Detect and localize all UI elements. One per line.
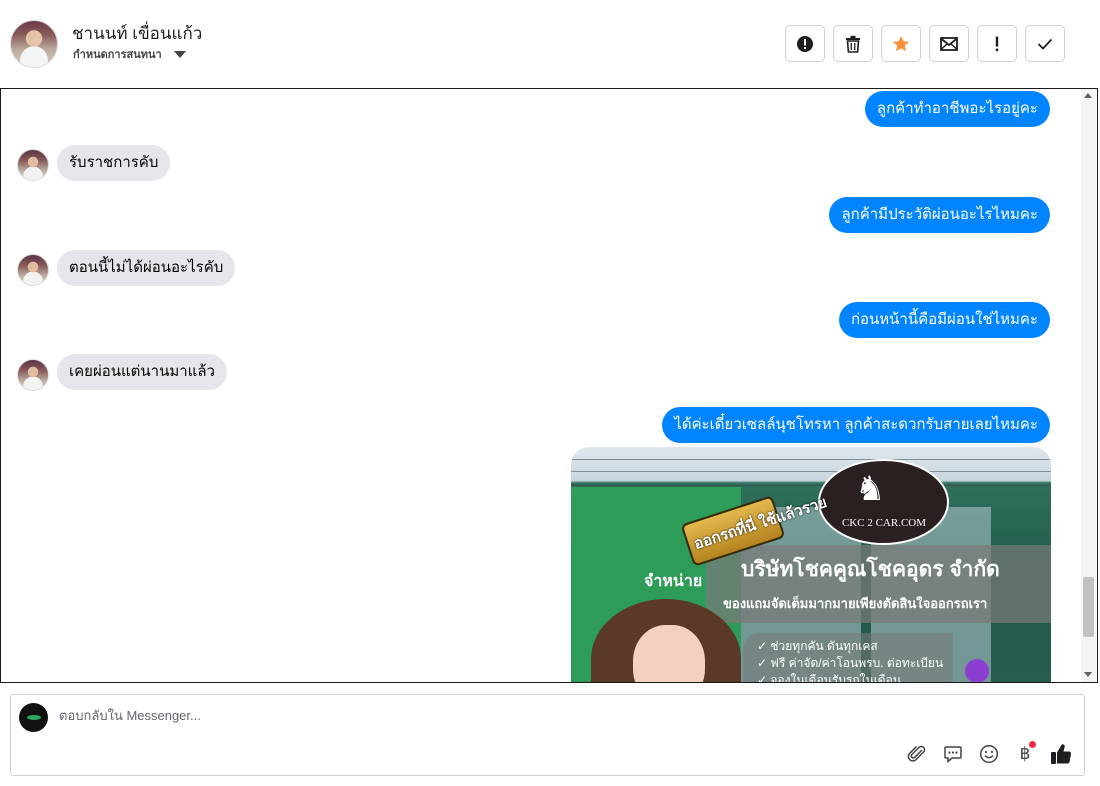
contact-name[interactable]: ชานนท์ เขื่อนแก้ว <box>72 20 202 47</box>
envelope-icon <box>940 36 958 51</box>
model-face <box>633 625 705 682</box>
check-icon <box>1037 38 1053 50</box>
decor-wire <box>571 485 1051 486</box>
conversation-header: ชานนท์ เขื่อนแก้ว กำหนดการสนทนา <box>0 0 1100 88</box>
reply-input[interactable] <box>59 708 859 723</box>
mark-spam-button[interactable] <box>785 25 825 62</box>
header-actions <box>785 25 1065 62</box>
baht-icon: ฿ <box>1019 744 1031 764</box>
emoji-button[interactable] <box>978 743 1000 765</box>
payment-button[interactable]: ฿ <box>1014 741 1036 765</box>
scroll-down-arrow-icon[interactable] <box>1084 672 1092 677</box>
page-avatar <box>19 703 48 732</box>
customer-avatar <box>17 254 49 286</box>
follow-up-button[interactable] <box>977 25 1017 62</box>
like-button[interactable] <box>1050 743 1072 765</box>
decor-wire <box>571 459 1051 460</box>
star-icon <box>892 35 910 51</box>
conversation-status-dropdown[interactable]: กำหนดการสนทนา <box>73 45 186 63</box>
conversation-status-label: กำหนดการสนทนา <box>73 49 162 61</box>
notification-dot <box>1029 741 1036 748</box>
thread-scrollbar[interactable] <box>1081 89 1096 682</box>
incoming-message: ตอนนี้ไม่ได้ผ่อนอะไรคับ <box>57 250 236 286</box>
company-name: บริษัทโชคคูณโชคอุดร จำกัด <box>741 558 1000 581</box>
customer-avatar <box>17 149 49 181</box>
store-sign: จำหน่าย <box>644 573 703 590</box>
image-attachment[interactable]: จำหน่าย ♞ CKC 2 CAR.COM ออกรถที่นี่ ใช้แ… <box>571 447 1051 683</box>
outgoing-message: ได้ค่ะเดี๋ยวเซลล์นุชโทรหา ลูกค้าสะดวกรับ… <box>662 407 1050 443</box>
incoming-message: เคยผ่อนแต่นานมาแล้ว <box>57 354 227 390</box>
decor-sticker <box>965 659 989 682</box>
caret-down-icon <box>173 51 186 58</box>
scrollbar-thumb[interactable] <box>1083 577 1094 637</box>
customer-avatar <box>17 359 49 391</box>
company-tagline: ของแถมจัดเต็มมากมายเพียงตัดสินใจออกรถเรา <box>723 596 988 611</box>
delete-button[interactable] <box>833 25 873 62</box>
outgoing-message: ลูกค้าทำอาชีพอะไรอยู่คะ <box>864 91 1050 127</box>
outgoing-message: ลูกค้ามีประวัติผ่อนอะไรไหมคะ <box>829 197 1050 233</box>
message-bubble-icon <box>944 746 962 764</box>
pegasus-icon: ♞ <box>855 470 886 508</box>
exclamation-icon <box>995 36 999 51</box>
decor-wire <box>571 471 1051 472</box>
star-button[interactable] <box>881 25 921 62</box>
paperclip-icon <box>907 745 926 762</box>
smiley-icon <box>979 744 999 764</box>
composer-tools: ฿ <box>906 741 1072 765</box>
thumbs-up-icon <box>1051 744 1072 764</box>
reply-composer: ฿ <box>10 694 1085 776</box>
logo-text: CKC 2 CAR.COM <box>841 517 927 529</box>
saved-replies-button[interactable] <box>942 743 964 765</box>
alert-circle-icon <box>797 35 813 52</box>
benefit-item: ✓ จองในเดือนรับรถในเดือน <box>757 673 901 683</box>
mark-unread-button[interactable] <box>929 25 969 62</box>
incoming-message: รับราชการคับ <box>57 145 171 181</box>
message-thread[interactable]: ลูกค้าทำอาชีพอะไรอยู่คะ รับราชการคับ ลูก… <box>0 88 1098 683</box>
attach-button[interactable] <box>906 743 928 765</box>
scroll-up-arrow-icon[interactable] <box>1084 93 1092 98</box>
mark-done-button[interactable] <box>1025 25 1065 62</box>
trash-icon <box>846 35 860 53</box>
contact-avatar[interactable] <box>10 20 58 68</box>
outgoing-message: ก่อนหน้านี้คือมีผ่อนใช่ไหมคะ <box>838 302 1050 338</box>
